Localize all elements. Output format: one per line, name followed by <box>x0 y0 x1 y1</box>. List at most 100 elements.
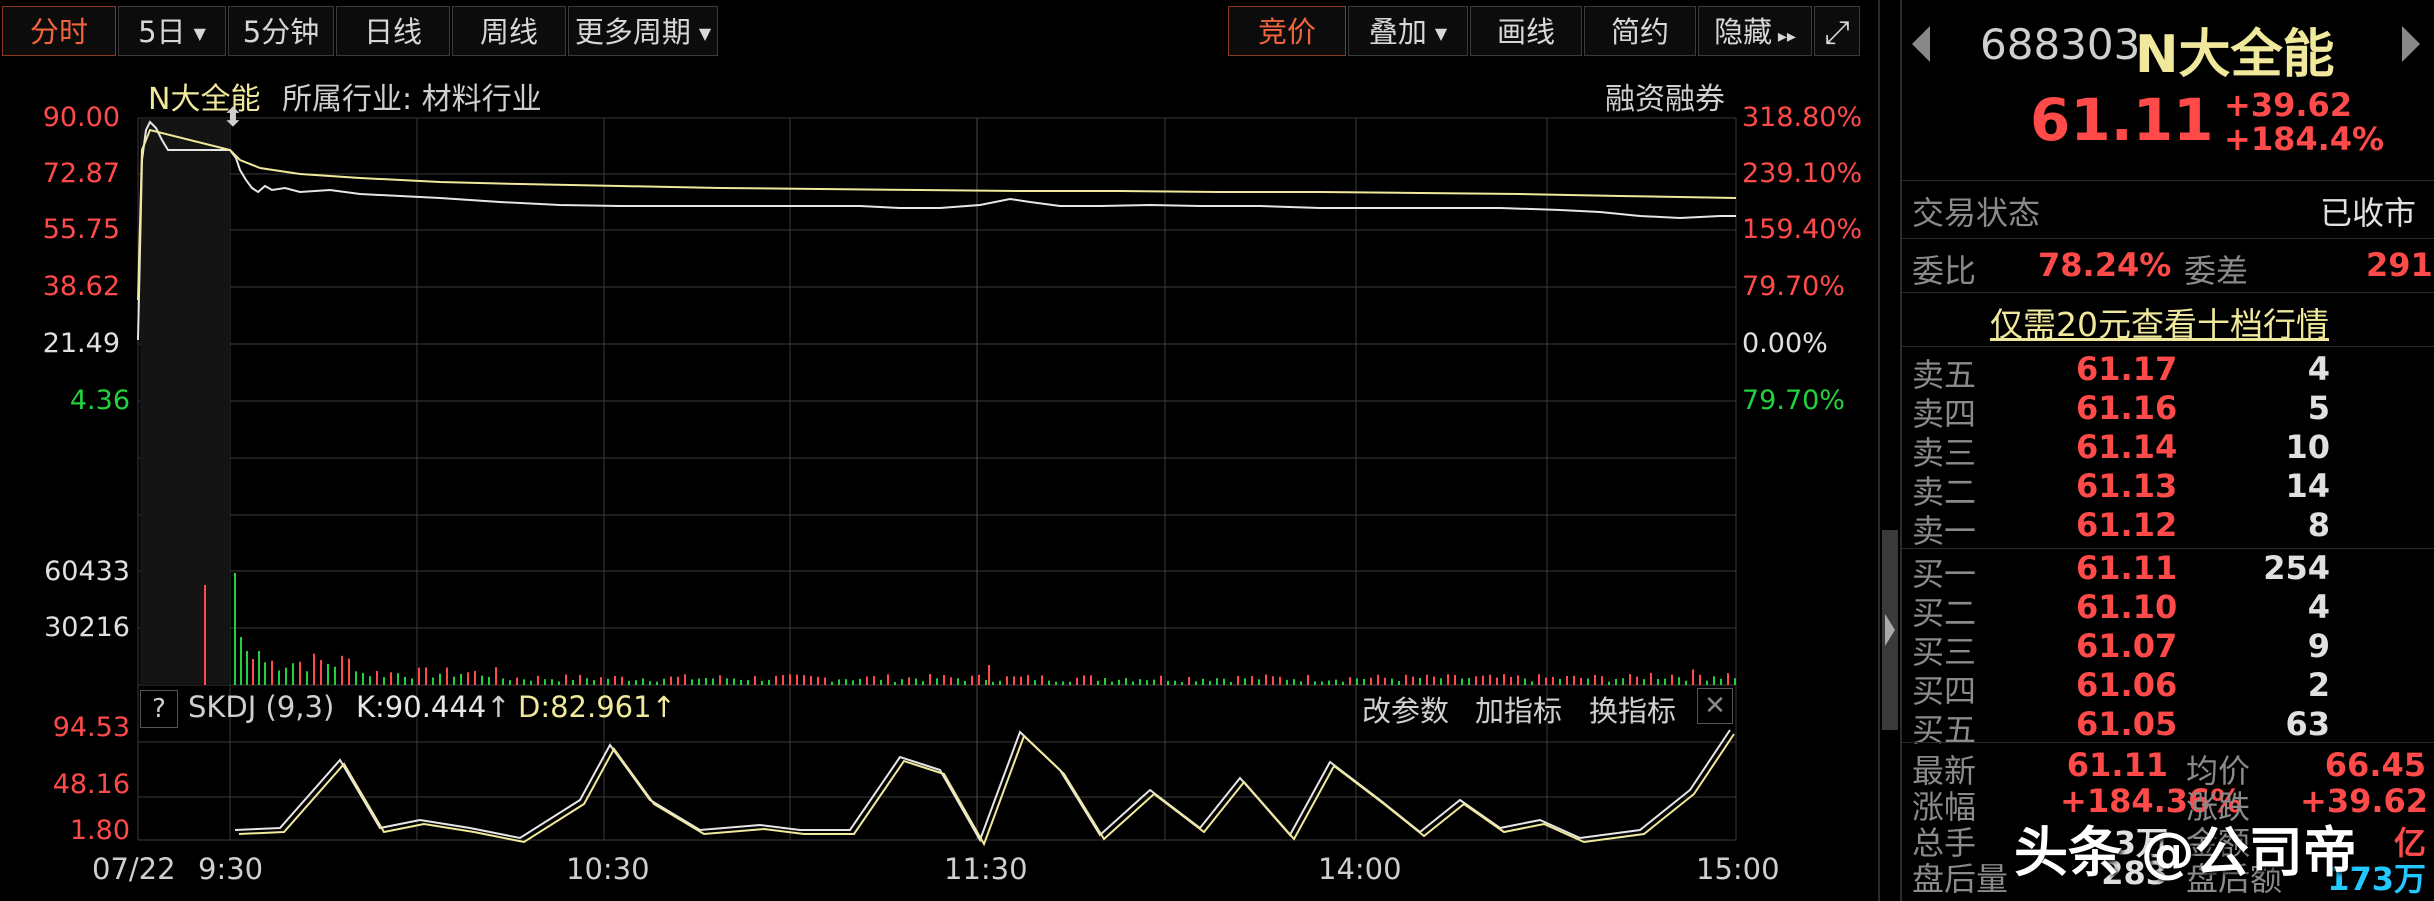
volume-bar <box>684 674 686 685</box>
volume-bar <box>204 585 206 685</box>
volume-bar <box>929 674 931 685</box>
percent-axis-label: 318.80% <box>1742 102 1863 133</box>
volume-bar <box>551 679 553 685</box>
price-axis-label: 4.36 <box>69 385 130 416</box>
volume-bar <box>1041 675 1043 685</box>
price-axis-label: 72.87 <box>42 158 120 189</box>
volume-bar <box>488 676 490 685</box>
ask-volume: 8 <box>2307 506 2330 544</box>
volume-bar <box>530 680 532 685</box>
volume-bar <box>1342 681 1344 685</box>
volume-bar <box>1524 678 1526 685</box>
switch-indicator-button[interactable]: 换指标 <box>1589 688 1676 730</box>
volume-bar <box>1636 676 1638 685</box>
add-indicator-button[interactable]: 加指标 <box>1475 688 1562 730</box>
volume-bar <box>439 673 441 685</box>
volume-bar <box>1559 678 1561 685</box>
ask-volume: 4 <box>2307 350 2330 388</box>
volume-bar <box>240 637 242 685</box>
volume-bar <box>453 676 455 685</box>
volume-bar <box>726 678 728 685</box>
volume-bar <box>481 675 483 685</box>
volume-bar <box>1468 678 1470 685</box>
volume-bar <box>1615 679 1617 685</box>
prev-stock-button[interactable] <box>1912 26 1930 62</box>
volume-bar <box>614 675 616 685</box>
volume-bar <box>1251 676 1253 685</box>
volume-bar <box>649 681 651 685</box>
stat-label: 盘后量 <box>1912 860 2009 898</box>
volume-bar <box>1734 678 1736 685</box>
volume-bar <box>789 674 791 685</box>
price-axis-label: 55.75 <box>42 214 120 245</box>
volume-bar <box>446 667 448 685</box>
volume-bar <box>712 678 714 685</box>
volume-bar <box>1335 679 1337 685</box>
volume-bar <box>258 651 260 685</box>
close-icon[interactable]: ✕ <box>1697 688 1733 724</box>
watermark: 头条 @公司帝 <box>2014 821 2357 884</box>
volume-bar <box>988 665 990 685</box>
modify-params-button[interactable]: 改参数 <box>1362 688 1449 730</box>
time-axis-label: 14:00 <box>1318 852 1402 886</box>
next-stock-button[interactable] <box>2402 26 2420 62</box>
volume-bar <box>1209 681 1211 685</box>
volume-bar <box>460 673 462 685</box>
volume-bar <box>698 678 700 685</box>
volume-bar <box>1720 678 1722 685</box>
volume-bar <box>474 670 476 685</box>
bid-volume: 9 <box>2307 627 2330 665</box>
panel-collapse-handle[interactable] <box>1882 530 1898 730</box>
ask-volume: 14 <box>2285 467 2330 505</box>
volume-bar <box>600 677 602 685</box>
volume-bar <box>1069 681 1071 685</box>
volume-bar <box>1083 675 1085 685</box>
volume-bar <box>677 676 679 685</box>
volume-bar <box>299 661 301 685</box>
volume-bar <box>1685 680 1687 685</box>
volume-bar <box>1027 675 1029 685</box>
volume-bar <box>985 679 987 685</box>
volume-bar <box>334 666 336 685</box>
volume-bar <box>1223 678 1225 685</box>
commission-ratio-value: 78.24% <box>2038 246 2172 284</box>
volume-bar <box>1286 679 1288 685</box>
volume-bar <box>1433 676 1435 685</box>
volume-bar <box>404 676 406 685</box>
volume-bar <box>467 672 469 685</box>
indicator-axis-label: 48.16 <box>52 769 130 800</box>
volume-bar <box>306 671 308 685</box>
bid-price: 61.06 <box>2076 666 2178 704</box>
volume-bar <box>355 671 357 685</box>
volume-bar <box>313 653 315 685</box>
volume-bar <box>1230 681 1232 685</box>
volume-bar <box>1384 677 1386 685</box>
volume-bar <box>1146 680 1148 685</box>
volume-bar <box>586 678 588 685</box>
volume-bar <box>1496 677 1498 685</box>
ask-price: 61.13 <box>2076 467 2178 505</box>
volume-bar <box>831 681 833 685</box>
indicator-help-button[interactable]: ? <box>140 690 178 728</box>
volume-bar <box>1174 680 1176 685</box>
volume-bar <box>1580 677 1582 685</box>
volume-bar <box>1699 674 1701 685</box>
price-chart: ⬍ <box>137 103 1737 847</box>
volume-bar <box>810 676 812 685</box>
divider <box>1902 548 2434 549</box>
volume-bar <box>1356 678 1358 685</box>
indicator-name[interactable]: SKDJ (9,3) <box>188 690 334 724</box>
volume-bar <box>635 680 637 685</box>
volume-bar <box>1503 674 1505 685</box>
volume-bar <box>894 681 896 685</box>
volume-bar <box>1482 675 1484 685</box>
divider <box>1902 292 2434 293</box>
volume-bar <box>1076 677 1078 685</box>
volume-bar <box>558 681 560 685</box>
panel-left-border <box>1900 0 1902 901</box>
volume-bar <box>292 663 294 685</box>
volume-bar <box>1181 681 1183 685</box>
volume-bar <box>1195 681 1197 685</box>
level2-promo-link[interactable]: 仅需20元查看十档行情 <box>1990 298 2329 346</box>
volume-bar <box>1153 679 1155 685</box>
